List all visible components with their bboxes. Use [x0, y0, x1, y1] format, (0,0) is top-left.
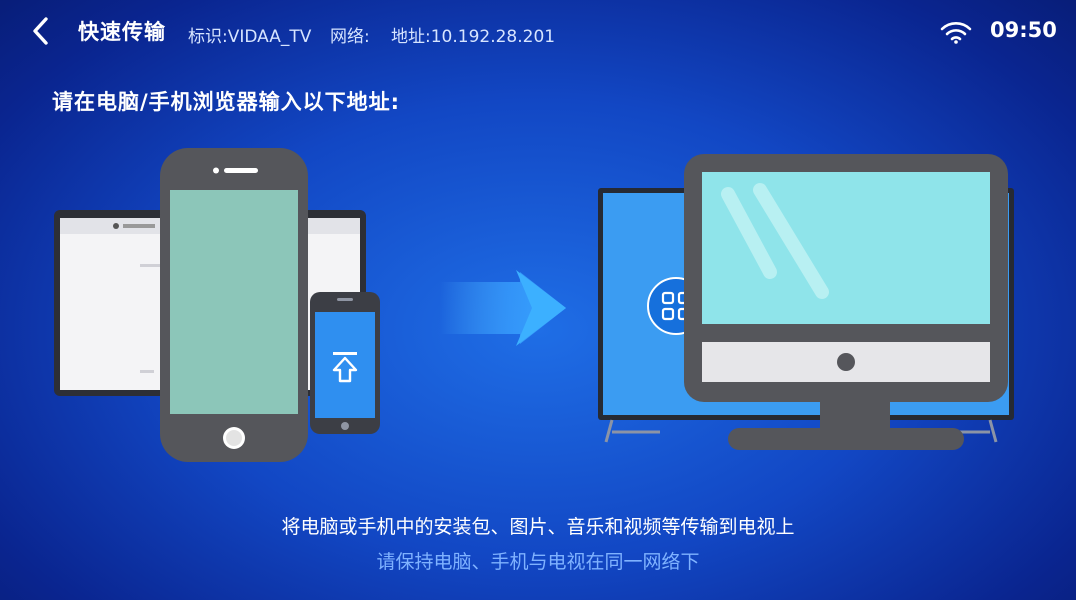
instruction-text: 请在电脑/手机浏览器输入以下地址: — [52, 90, 401, 114]
phone-illustration — [160, 148, 308, 462]
page-title: 快速传输 — [78, 20, 166, 44]
arrow-right-icon — [440, 270, 566, 346]
transfer-illustration — [54, 148, 1014, 462]
wifi-icon — [940, 22, 972, 44]
caption-main: 将电脑或手机中的安装包、图片、音乐和视频等传输到电视上 — [281, 516, 795, 538]
caption-sub: 请保持电脑、手机与电视在同一网络下 — [376, 551, 700, 573]
device-id-text: 标识:VIDAA_TV — [188, 27, 312, 47]
clock: 09:50 — [990, 18, 1057, 42]
top-bar: 快速传输 标识:VIDAA_TV 网络: 地址:10.192.28.201 09… — [0, 0, 1076, 64]
network-label: 网络: — [330, 27, 370, 47]
address-text: 地址:10.192.28.201 — [391, 27, 556, 47]
chevron-left-icon[interactable] — [26, 12, 60, 50]
small-phone-illustration — [310, 292, 380, 434]
